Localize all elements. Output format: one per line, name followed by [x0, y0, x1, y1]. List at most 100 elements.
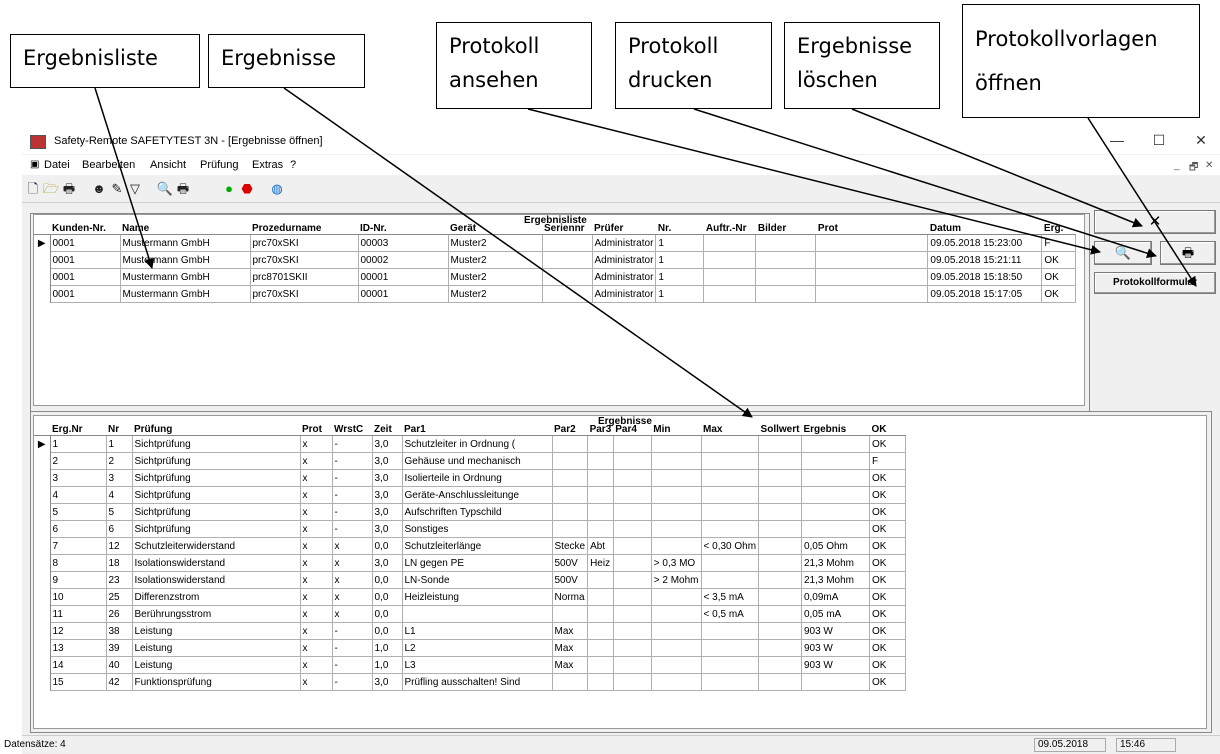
table-cell[interactable]: [551, 673, 589, 691]
table-cell[interactable]: 0001: [49, 268, 121, 286]
table-cell[interactable]: 2: [49, 452, 107, 470]
table-cell[interactable]: x: [299, 520, 333, 538]
ergebnisse-row[interactable]: 12 38 Leistung x -0,0 L1 Max 903 W OK: [34, 622, 906, 640]
table-cell[interactable]: [800, 452, 870, 470]
table-cell[interactable]: [551, 469, 589, 487]
table-cell[interactable]: 3,0: [371, 673, 403, 691]
table-cell[interactable]: 15: [49, 673, 107, 691]
table-cell[interactable]: OK: [868, 656, 906, 674]
table-cell[interactable]: [703, 268, 757, 286]
table-cell[interactable]: 500V: [551, 571, 589, 589]
table-cell[interactable]: 14: [49, 656, 107, 674]
table-cell[interactable]: 13: [49, 639, 107, 657]
table-cell[interactable]: [650, 639, 702, 657]
table-cell[interactable]: [815, 268, 929, 286]
user-icon[interactable]: ☻: [90, 180, 108, 197]
table-cell[interactable]: 3,0: [371, 486, 403, 504]
table-cell[interactable]: LN gegen PE: [401, 554, 553, 572]
column-header[interactable]: Prot: [300, 424, 332, 436]
table-cell[interactable]: OK: [868, 588, 906, 606]
column-header[interactable]: Par2: [552, 424, 588, 436]
table-cell[interactable]: Max: [551, 622, 589, 640]
exit-icon[interactable]: ●: [220, 180, 238, 197]
table-cell[interactable]: [758, 554, 802, 572]
mdi-close-button[interactable]: ✕: [1205, 160, 1213, 171]
table-cell[interactable]: L3: [401, 656, 553, 674]
table-cell[interactable]: [541, 285, 593, 303]
table-cell[interactable]: [755, 251, 817, 269]
table-cell[interactable]: [700, 656, 760, 674]
table-cell[interactable]: prc70xSKI: [249, 285, 359, 303]
ergebnisse-row[interactable]: 10 25 Differenzstrom x x 0,0 Heizleistung Norma…: [34, 588, 906, 606]
table-cell[interactable]: Mustermann GmbH: [119, 234, 251, 252]
ergebnisse-row[interactable]: 9 23 Isolationswiderstand x x 0,0 LN-Sonde 500V…: [34, 571, 906, 589]
row-pointer-icon[interactable]: ▶: [34, 234, 51, 252]
table-cell[interactable]: 0,05 mA: [800, 605, 870, 623]
table-cell[interactable]: [612, 605, 652, 623]
table-cell[interactable]: x: [299, 605, 333, 623]
table-cell[interactable]: 9: [49, 571, 107, 589]
table-cell[interactable]: OK: [868, 537, 906, 555]
table-cell[interactable]: x: [331, 605, 373, 623]
globe-icon[interactable]: ◍: [268, 180, 286, 197]
column-header[interactable]: Par1: [402, 424, 552, 436]
table-cell[interactable]: 0001: [49, 285, 121, 303]
table-cell[interactable]: [612, 673, 652, 691]
table-cell[interactable]: [650, 452, 702, 470]
table-cell[interactable]: [758, 520, 802, 538]
table-cell[interactable]: [700, 435, 760, 453]
table-cell[interactable]: [551, 435, 589, 453]
ergebnisse-row[interactable]: 6 6 Sichtprüfung x -3,0 Sonstiges OK: [34, 520, 906, 538]
table-cell[interactable]: 1,0: [371, 639, 403, 657]
column-header[interactable]: Bilder: [755, 223, 816, 235]
table-cell[interactable]: 0,05 Ohm: [800, 537, 870, 555]
table-cell[interactable]: 0,0: [371, 571, 403, 589]
table-cell[interactable]: 6: [105, 520, 133, 538]
table-cell[interactable]: Gehäuse und mechanisch: [401, 452, 553, 470]
table-cell[interactable]: [612, 486, 652, 504]
table-cell[interactable]: [758, 588, 802, 606]
table-cell[interactable]: x: [299, 639, 333, 657]
table-cell[interactable]: [758, 469, 802, 487]
table-cell[interactable]: [541, 268, 593, 286]
table-cell[interactable]: Isolationswiderstand: [131, 571, 301, 589]
table-cell[interactable]: OK: [868, 435, 906, 453]
table-cell[interactable]: Abt: [587, 537, 614, 555]
table-cell[interactable]: 3,0: [371, 520, 403, 538]
row-indicator[interactable]: [34, 268, 51, 286]
table-cell[interactable]: [700, 639, 760, 657]
row-indicator[interactable]: [34, 605, 51, 623]
table-cell[interactable]: -: [331, 435, 373, 453]
table-cell[interactable]: [800, 435, 870, 453]
table-cell[interactable]: [800, 503, 870, 521]
table-cell[interactable]: Max: [551, 656, 589, 674]
table-cell[interactable]: x: [299, 554, 333, 572]
table-cell[interactable]: [612, 435, 652, 453]
table-cell[interactable]: [541, 234, 593, 252]
ergebnisse-row[interactable]: 13 39 Leistung x -1,0 L2 Max 903 W OK: [34, 639, 906, 657]
table-cell[interactable]: OK: [1041, 285, 1077, 303]
table-cell[interactable]: [612, 452, 652, 470]
table-cell[interactable]: [587, 486, 614, 504]
table-cell[interactable]: Isolierteile in Ordnung: [401, 469, 553, 487]
table-cell[interactable]: 0,0: [371, 622, 403, 640]
table-cell[interactable]: Differenzstrom: [131, 588, 301, 606]
column-header[interactable]: Prüfung: [132, 424, 300, 436]
table-cell[interactable]: [650, 673, 702, 691]
column-header[interactable]: ID-Nr.: [358, 223, 448, 235]
table-cell[interactable]: Schutzleiterwiderstand: [131, 537, 301, 555]
table-cell[interactable]: [703, 234, 757, 252]
table-cell[interactable]: Schutzleiter in Ordnung (: [401, 435, 553, 453]
ergebnisliste-row[interactable]: ▶ 0001 Mustermann GmbH prc70xSKI 00003 Muster…: [34, 234, 1077, 252]
table-cell[interactable]: 1: [655, 234, 705, 252]
table-cell[interactable]: -: [331, 673, 373, 691]
table-cell[interactable]: -: [331, 503, 373, 521]
table-cell[interactable]: OK: [868, 605, 906, 623]
table-cell[interactable]: [758, 571, 802, 589]
preview-icon[interactable]: 🔍: [156, 180, 174, 197]
table-cell[interactable]: 10: [49, 588, 107, 606]
table-cell[interactable]: > 2 Mohm: [650, 571, 702, 589]
table-cell[interactable]: 26: [105, 605, 133, 623]
table-cell[interactable]: x: [299, 503, 333, 521]
column-header[interactable]: Prüfer: [592, 223, 656, 235]
